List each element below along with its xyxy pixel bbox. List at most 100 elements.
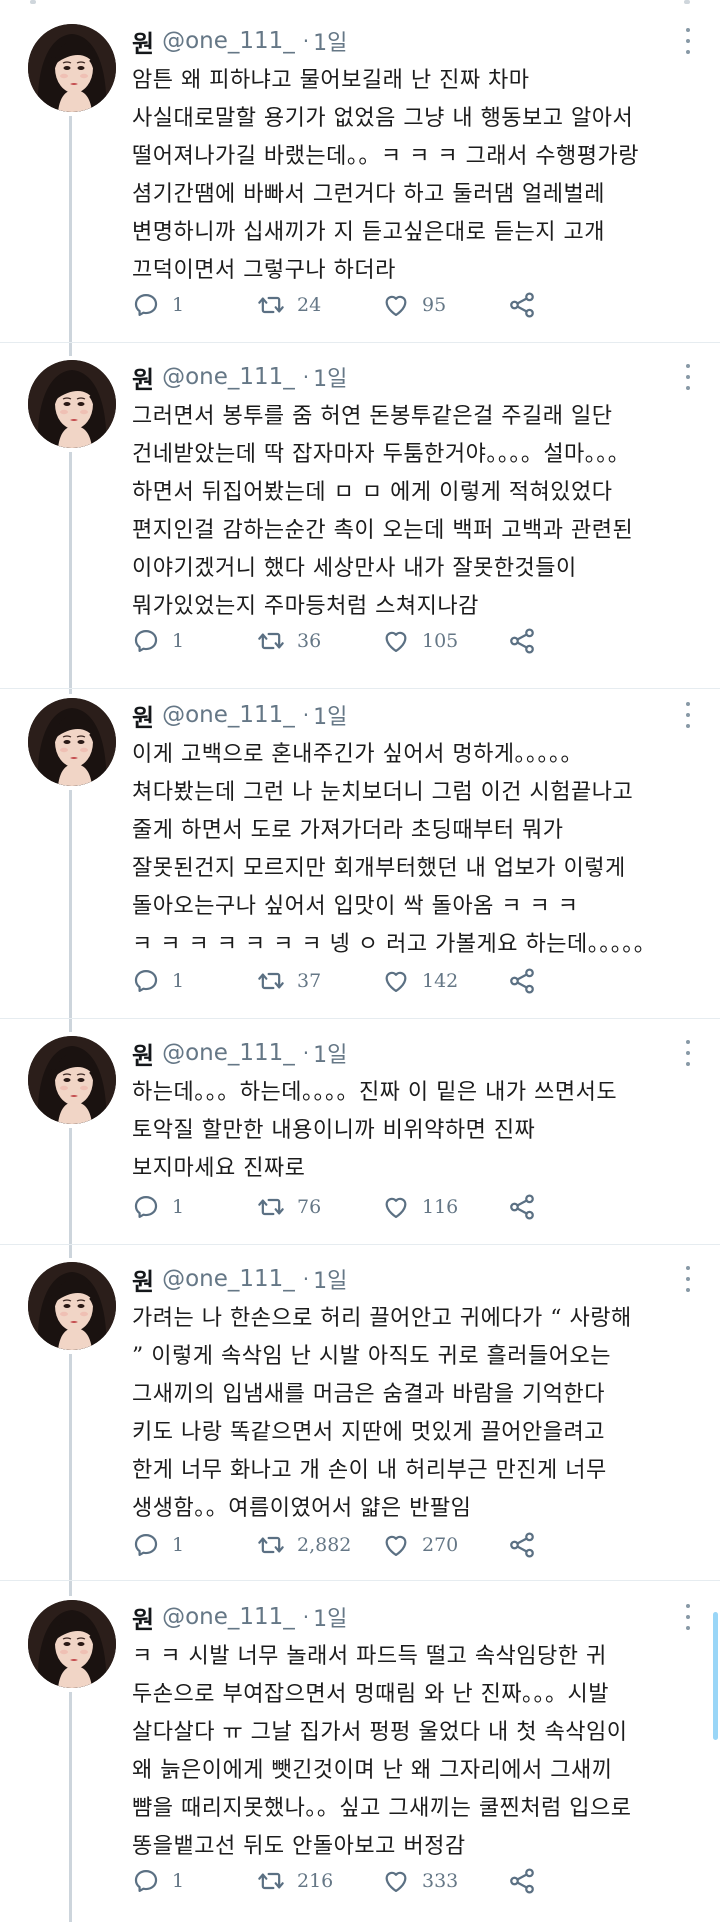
avatar-portrait-icon bbox=[28, 360, 116, 448]
tweet[interactable]: 원 @one_111_ · 1일 가려는 나 한손으로 허리 끌어안고 귀에다가… bbox=[0, 1262, 720, 1568]
author-handle[interactable]: @one_111_ bbox=[162, 1040, 295, 1066]
share-icon bbox=[510, 1868, 534, 1894]
share-button[interactable] bbox=[507, 1866, 632, 1896]
retweet-button[interactable]: 24 bbox=[257, 291, 382, 319]
author-name[interactable]: 원 bbox=[132, 360, 154, 395]
tweet[interactable]: 원 @one_111_ · 1일 하는데。。。하는데。。。。진짜 이 밑은 내가… bbox=[0, 1036, 720, 1230]
tweet-time[interactable]: 1일 bbox=[313, 1601, 347, 1633]
heart-icon bbox=[385, 971, 407, 993]
tweet-time[interactable]: 1일 bbox=[313, 699, 347, 731]
tweet-text: 암튼 왜 피하냐고 물어보길래 난 진짜 차마 사실대로말할 용기가 없었음 그냥… bbox=[132, 62, 692, 290]
avatar-portrait-icon bbox=[28, 698, 116, 786]
tweet-actions: 1 216 333 bbox=[132, 1864, 632, 1898]
tweet-text-line: 사실대로말할 용기가 없었음 그냥 내 행동보고 알아서 bbox=[132, 106, 634, 131]
tweet-text-line: 살다살다 ㅠ 그날 집가서 펑펑 울었다 내 첫 속삭임이 bbox=[132, 1720, 628, 1745]
author-handle[interactable]: @one_111_ bbox=[162, 364, 295, 390]
author-name[interactable]: 원 bbox=[132, 1262, 154, 1297]
tweet-text-line: 잘못된건지 모르지만 회개부터했던 내 업보가 이렇게 bbox=[132, 856, 626, 881]
tweet-text-line: 끄덕이면서 그렇구나 하더라 bbox=[132, 258, 396, 283]
share-button[interactable] bbox=[507, 1530, 632, 1560]
tweet-text-line: 생생함。。여름이였어서 얇은 반팔임 bbox=[132, 1496, 472, 1521]
retweet-count: 76 bbox=[297, 1196, 322, 1218]
reply-button[interactable]: 1 bbox=[132, 1193, 257, 1221]
tweet-time[interactable]: 1일 bbox=[313, 1037, 347, 1069]
retweet-icon bbox=[258, 1198, 284, 1216]
author-name[interactable]: 원 bbox=[132, 698, 154, 733]
like-count: 333 bbox=[422, 1870, 459, 1892]
tweet[interactable]: 원 @one_111_ · 1일 암튼 왜 피하냐고 물어보길래 난 진짜 차마… bbox=[0, 24, 720, 328]
tweet-header: 원 @one_111_ · 1일 bbox=[132, 1600, 347, 1634]
tweet-text-line: 그새끼의 입냄새를 머금은 숨결과 바람을 기억한다 bbox=[132, 1382, 606, 1407]
retweet-button[interactable]: 2,882 bbox=[257, 1531, 382, 1559]
avatar[interactable] bbox=[28, 698, 116, 786]
tweet-divider bbox=[0, 1580, 720, 1581]
avatar[interactable] bbox=[28, 24, 116, 112]
reply-count: 1 bbox=[172, 294, 185, 316]
tweet-text-line: 뭐가있었는지 주마등처럼 스쳐지나감 bbox=[132, 594, 479, 619]
avatar[interactable] bbox=[28, 1036, 116, 1124]
tweet[interactable]: 원 @one_111_ · 1일 ㅋ ㅋ 시발 너무 놀래서 파드득 떨고 속삭… bbox=[0, 1600, 720, 1904]
thread-connector bbox=[69, 452, 72, 694]
tweet-time[interactable]: 1일 bbox=[313, 361, 347, 393]
author-handle[interactable]: @one_111_ bbox=[162, 1604, 295, 1630]
avatar[interactable] bbox=[28, 1262, 116, 1350]
reply-icon bbox=[134, 969, 158, 993]
author-name[interactable]: 원 bbox=[132, 1036, 154, 1071]
more-icon[interactable] bbox=[684, 1604, 692, 1630]
tweet-time[interactable]: 1일 bbox=[313, 1263, 347, 1295]
author-handle[interactable]: @one_111_ bbox=[162, 1266, 295, 1292]
scrollbar-thumb[interactable] bbox=[713, 1612, 718, 1740]
retweet-button[interactable]: 76 bbox=[257, 1193, 382, 1221]
heart-icon bbox=[385, 1871, 407, 1893]
share-button[interactable] bbox=[507, 1192, 632, 1222]
reply-button[interactable]: 1 bbox=[132, 1867, 257, 1895]
like-count: 270 bbox=[422, 1534, 459, 1556]
avatar-portrait-icon bbox=[28, 24, 116, 112]
share-button[interactable] bbox=[507, 626, 632, 656]
avatar[interactable] bbox=[28, 360, 116, 448]
like-button[interactable]: 116 bbox=[382, 1193, 507, 1221]
reply-button[interactable]: 1 bbox=[132, 627, 257, 655]
reply-button[interactable]: 1 bbox=[132, 291, 257, 319]
retweet-count: 216 bbox=[297, 1870, 334, 1892]
tweet-text: ㅋ ㅋ 시발 너무 놀래서 파드득 떨고 속삭임당한 귀 두손으로 부여잡으면서 … bbox=[132, 1638, 692, 1866]
tweet-actions: 1 76 116 bbox=[132, 1190, 632, 1224]
thread-connector bbox=[69, 790, 72, 1032]
tweet[interactable]: 원 @one_111_ · 1일 이게 고백으로 혼내주긴가 싶어서 멍하게。。… bbox=[0, 698, 720, 1004]
like-button[interactable]: 105 bbox=[382, 627, 507, 655]
tweet-text-line: 돌아오는구나 싶어서 입맛이 싹 돌아옴 ㅋ ㅋ ㅋ bbox=[132, 894, 579, 919]
more-icon[interactable] bbox=[684, 1040, 692, 1066]
retweet-button[interactable]: 216 bbox=[257, 1867, 382, 1895]
tweet-time[interactable]: 1일 bbox=[313, 25, 347, 57]
share-button[interactable] bbox=[507, 966, 632, 996]
author-name[interactable]: 원 bbox=[132, 1600, 154, 1635]
header-separator: · bbox=[302, 1267, 310, 1291]
share-icon bbox=[510, 292, 534, 318]
author-name[interactable]: 원 bbox=[132, 24, 154, 59]
avatar-portrait-icon bbox=[28, 1262, 116, 1350]
more-icon[interactable] bbox=[684, 28, 692, 54]
author-handle[interactable]: @one_111_ bbox=[162, 28, 295, 54]
retweet-button[interactable]: 37 bbox=[257, 967, 382, 995]
retweet-count: 37 bbox=[297, 970, 322, 992]
avatar[interactable] bbox=[28, 1600, 116, 1688]
like-button[interactable]: 95 bbox=[382, 291, 507, 319]
reply-button[interactable]: 1 bbox=[132, 967, 257, 995]
tweet-text-line: 토악질 할만한 내용이니까 비위약하면 진짜 bbox=[132, 1118, 536, 1143]
like-button[interactable]: 333 bbox=[382, 1867, 507, 1895]
tweet-text: 가려는 나 한손으로 허리 끌어안고 귀에다가 “ 사랑해 ” 이렇게 속삭임 난… bbox=[132, 1300, 692, 1528]
share-icon bbox=[510, 1194, 534, 1220]
retweet-button[interactable]: 36 bbox=[257, 627, 382, 655]
more-icon[interactable] bbox=[684, 702, 692, 728]
reply-button[interactable]: 1 bbox=[132, 1531, 257, 1559]
share-button[interactable] bbox=[507, 290, 632, 320]
author-handle[interactable]: @one_111_ bbox=[162, 702, 295, 728]
tweet-divider bbox=[0, 1244, 720, 1245]
like-button[interactable]: 142 bbox=[382, 967, 507, 995]
tweet[interactable]: 원 @one_111_ · 1일 그러면서 봉투를 줌 허연 돈봉투같은걸 주길… bbox=[0, 360, 720, 664]
like-button[interactable]: 270 bbox=[382, 1531, 507, 1559]
retweet-icon bbox=[258, 296, 284, 314]
header-separator: · bbox=[302, 703, 310, 727]
more-icon[interactable] bbox=[684, 1266, 692, 1292]
more-icon[interactable] bbox=[684, 364, 692, 390]
